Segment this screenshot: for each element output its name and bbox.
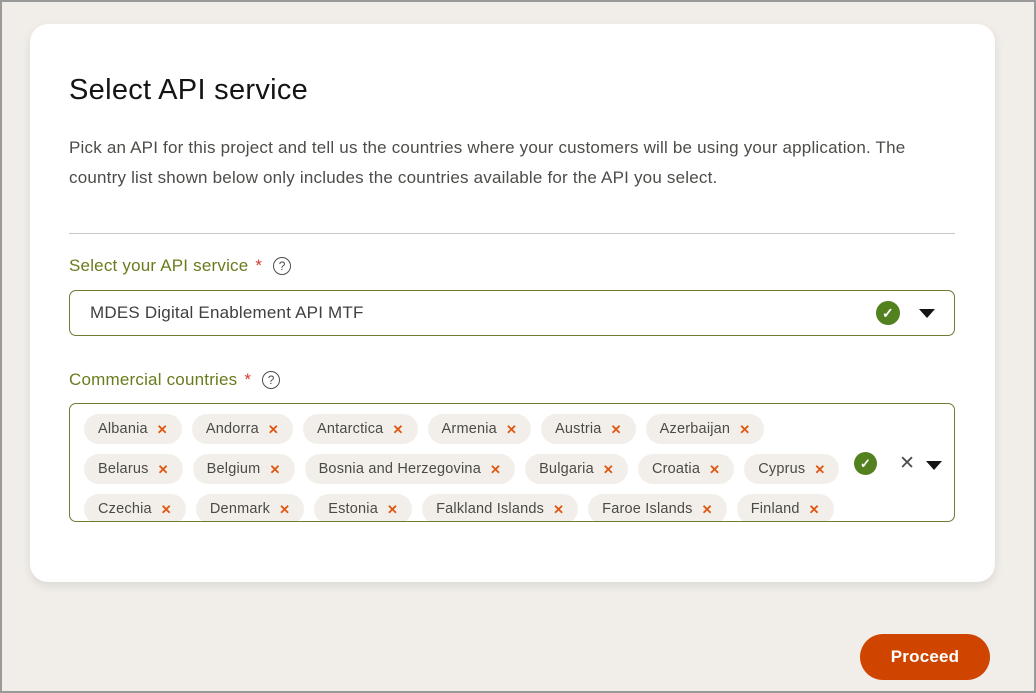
- chip-remove-icon[interactable]: ✕: [158, 463, 169, 476]
- country-chip-label: Denmark: [209, 501, 271, 517]
- country-chip: Falkland Islands ✕: [422, 494, 579, 521]
- country-chip-label: Bosnia and Herzegovina: [318, 461, 481, 477]
- chevron-down-icon[interactable]: [919, 308, 935, 318]
- chip-remove-icon[interactable]: ✕: [161, 503, 172, 516]
- country-chip-label: Finland: [750, 501, 800, 517]
- country-chip: Bosnia and Herzegovina ✕: [304, 454, 516, 484]
- country-chip: Croatia ✕: [637, 454, 735, 484]
- country-chip-label: Estonia: [328, 501, 378, 517]
- select-api-service-card: Select API service Pick an API for this …: [30, 24, 995, 582]
- chip-remove-icon[interactable]: ✕: [506, 423, 517, 436]
- country-chip: Bulgaria ✕: [525, 454, 628, 484]
- countries-label-row: Commercial countries * ?: [69, 370, 955, 390]
- chip-remove-icon[interactable]: ✕: [814, 463, 825, 476]
- country-chip-label: Cyprus: [758, 461, 806, 477]
- country-chip-label: Bulgaria: [539, 461, 594, 477]
- country-chip: Faroe Islands ✕: [588, 494, 727, 521]
- country-chip: Denmark ✕: [195, 494, 305, 521]
- page-title: Select API service: [69, 74, 309, 106]
- country-chip-label: Czechia: [98, 501, 152, 517]
- chip-remove-icon[interactable]: ✕: [709, 463, 720, 476]
- api-service-selected-value: MDES Digital Enablement API MTF: [90, 303, 364, 322]
- country-chip-label: Albania: [98, 421, 148, 437]
- chip-remove-icon[interactable]: ✕: [611, 423, 622, 436]
- chip-remove-icon[interactable]: ✕: [387, 503, 398, 516]
- help-icon[interactable]: ?: [273, 257, 292, 275]
- required-asterisk: *: [244, 370, 252, 389]
- countries-label: Commercial countries: [69, 370, 238, 389]
- chip-remove-icon[interactable]: ✕: [553, 503, 564, 516]
- country-chip-label: Azerbaijan: [659, 421, 731, 437]
- country-chip: Antarctica ✕: [302, 414, 418, 444]
- country-chip: Austria ✕: [541, 414, 636, 444]
- chip-remove-icon[interactable]: ✕: [157, 423, 168, 436]
- chip-remove-icon[interactable]: ✕: [269, 463, 280, 476]
- proceed-button[interactable]: Proceed: [860, 634, 990, 680]
- country-chip: Estonia ✕: [314, 494, 413, 521]
- chip-remove-icon[interactable]: ✕: [392, 423, 403, 436]
- chevron-down-icon[interactable]: [926, 461, 942, 470]
- chip-remove-icon[interactable]: ✕: [279, 503, 290, 516]
- help-icon[interactable]: ?: [262, 371, 281, 389]
- country-chip: Armenia ✕: [427, 414, 532, 444]
- country-chip: Azerbaijan ✕: [645, 414, 765, 444]
- chip-remove-icon[interactable]: ✕: [490, 463, 501, 476]
- page-background: { "page": { "title": "Select API service…: [0, 0, 1036, 693]
- chip-remove-icon[interactable]: ✕: [603, 463, 614, 476]
- chip-remove-icon[interactable]: ✕: [739, 423, 750, 436]
- clear-all-icon[interactable]: ✕: [899, 454, 915, 473]
- country-chip-label: Austria: [555, 421, 602, 437]
- country-chip: Andorra ✕: [191, 414, 293, 444]
- country-chip-label: Antarctica: [316, 421, 384, 437]
- country-chip: Belgium ✕: [192, 454, 295, 484]
- country-chip: Cyprus ✕: [744, 454, 840, 484]
- country-chip-label: Croatia: [651, 461, 701, 477]
- country-chip: Albania ✕: [84, 414, 182, 444]
- country-chip-label: Falkland Islands: [436, 501, 545, 517]
- api-service-select[interactable]: MDES Digital Enablement API MTF ✓: [69, 290, 955, 336]
- required-asterisk: *: [255, 256, 263, 275]
- page-description: Pick an API for this project and tell us…: [69, 138, 906, 187]
- chip-remove-icon[interactable]: ✕: [809, 503, 820, 516]
- country-chip-label: Andorra: [205, 421, 259, 437]
- api-service-label: Select your API service: [69, 256, 249, 275]
- country-chip-label: Faroe Islands: [602, 501, 693, 517]
- country-chip-label: Belgium: [206, 461, 261, 477]
- country-chip-label: Belarus: [98, 461, 149, 477]
- api-service-label-row: Select your API service * ?: [69, 256, 955, 276]
- valid-check-icon: ✓: [854, 452, 877, 475]
- country-chip-label: Armenia: [441, 421, 497, 437]
- valid-check-icon: ✓: [876, 301, 900, 325]
- country-chip: Czechia ✕: [84, 494, 186, 521]
- countries-multiselect[interactable]: Albania ✕ Andorra ✕ Antarctica ✕ Armenia…: [69, 403, 955, 522]
- country-chip: Belarus ✕: [84, 454, 183, 484]
- country-chip: Finland ✕: [736, 494, 834, 521]
- section-divider: [69, 233, 955, 234]
- chip-remove-icon[interactable]: ✕: [268, 423, 279, 436]
- chip-remove-icon[interactable]: ✕: [702, 503, 713, 516]
